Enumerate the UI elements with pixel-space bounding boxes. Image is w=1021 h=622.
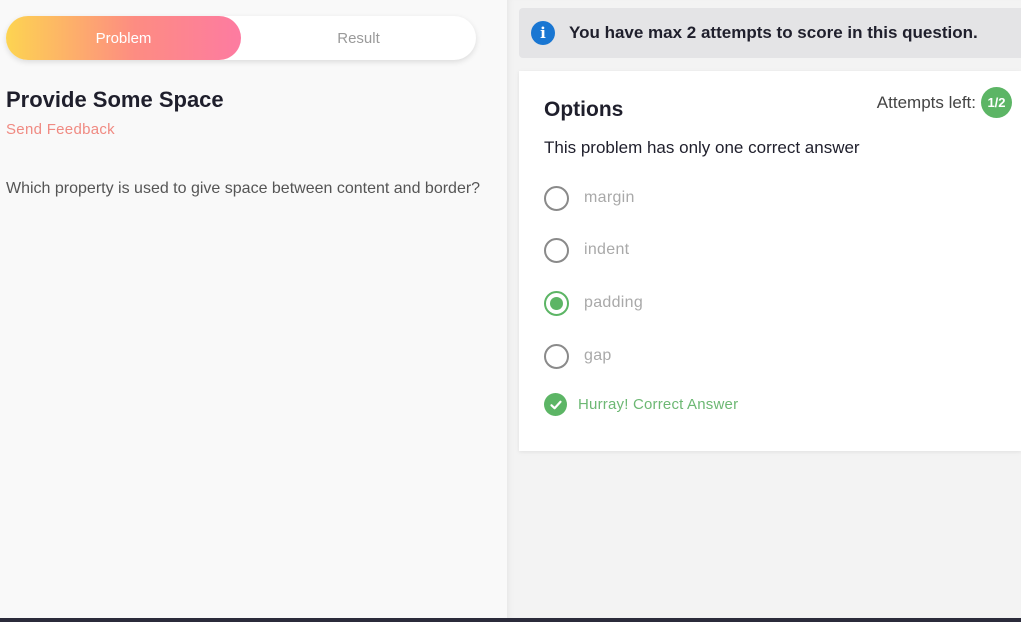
- option-padding[interactable]: padding: [544, 290, 643, 316]
- option-label: indent: [584, 241, 630, 258]
- option-gap[interactable]: gap: [544, 343, 612, 369]
- result-message: Hurray! Correct Answer: [544, 393, 738, 416]
- info-icon: i: [531, 21, 555, 45]
- check-circle-icon: [544, 393, 567, 416]
- option-margin[interactable]: margin: [544, 185, 635, 211]
- banner-text: You have max 2 attempts to score in this…: [569, 23, 978, 42]
- options-subtitle: This problem has only one correct answer: [544, 138, 860, 157]
- option-label: margin: [584, 189, 635, 206]
- problem-pane: Problem Result Provide Some Space Send F…: [0, 0, 507, 618]
- bottom-edge-strip: [0, 618, 1021, 622]
- radio-button[interactable]: [544, 237, 569, 263]
- send-feedback-link[interactable]: Send Feedback: [6, 121, 115, 138]
- option-indent[interactable]: indent: [544, 237, 629, 263]
- result-text: Hurray! Correct Answer: [578, 396, 739, 413]
- tab-bar: Problem Result: [6, 16, 476, 60]
- attempts-left-label: Attempts left:: [876, 92, 976, 112]
- option-label: gap: [584, 347, 612, 364]
- attempts-left: Attempts left: 1/2: [877, 87, 1012, 118]
- options-title: Options: [544, 98, 624, 121]
- problem-title: Provide Some Space: [6, 87, 224, 112]
- options-card: Options Attempts left: 1/2 This problem …: [519, 71, 1021, 451]
- tab-result[interactable]: Result: [241, 16, 476, 60]
- attempts-info-banner: i You have max 2 attempts to score in th…: [519, 8, 1021, 58]
- radio-selected-dot: [550, 296, 563, 310]
- radio-button[interactable]: [544, 185, 569, 211]
- attempts-left-badge: 1/2: [981, 87, 1012, 118]
- radio-button-selected[interactable]: [544, 290, 569, 316]
- question-text: Which property is used to give space bet…: [6, 180, 481, 197]
- radio-button[interactable]: [544, 343, 569, 369]
- tab-problem[interactable]: Problem: [6, 16, 241, 60]
- option-label: padding: [584, 294, 644, 311]
